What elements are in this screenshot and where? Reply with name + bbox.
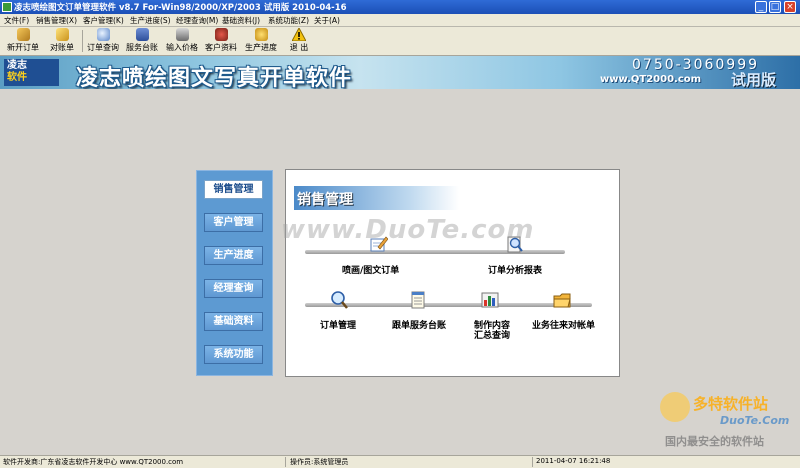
sidebar-item-sales[interactable]: 销售管理: [204, 180, 263, 199]
menu-customer[interactable]: 客户管理(K): [83, 15, 124, 26]
notepad-icon: [411, 291, 425, 309]
service-ledger-icon: [135, 28, 149, 41]
menu-production[interactable]: 生产进度(S): [130, 15, 171, 26]
status-divider: [532, 457, 533, 467]
menu-about[interactable]: 关于(A): [314, 15, 340, 26]
status-operator: 操作员:系统管理员: [290, 458, 349, 466]
window-title: 凌志喷绘图文订单管理软件 v8.7 For-Win98/2000/XP/2003…: [14, 3, 347, 13]
status-datetime: 2011-04-07 16:21:48: [536, 457, 611, 465]
customer-info-icon: [214, 28, 228, 41]
status-bar: 软件开发商:广东省凌志软件开发中心 www.QT2000.com 操作员:系统管…: [0, 455, 800, 468]
summary-query-label: 制作内容 汇总查询: [474, 321, 511, 341]
close-button[interactable]: ×: [784, 1, 796, 13]
exit-button[interactable]: 退 出: [284, 28, 314, 54]
order-query-icon: [96, 28, 110, 41]
service-ledger-button[interactable]: 服务台账: [125, 28, 159, 54]
statement-button[interactable]: 对账单: [48, 28, 76, 54]
duote-corner-watermark: 多特软件站 DuoTe.Com 国内最安全的软件站: [660, 388, 800, 450]
company-logo: 凌志 软件: [4, 59, 59, 86]
summary-chart-icon: [481, 292, 499, 308]
status-divider: [285, 457, 286, 467]
banner-title: 凌志喷绘图文写真开单软件: [76, 65, 353, 89]
order-report-label: 订单分析报表: [488, 266, 543, 276]
toolbar: 新开订单 对账单 订单查询 服务台账 输入价格 客户资料 生产进度 退 出: [0, 27, 800, 56]
new-order-icon: [16, 28, 30, 41]
business-statement-label: 业务往来对帐单: [532, 321, 596, 331]
production-button[interactable]: 生产进度: [244, 28, 278, 54]
magnifier-icon: [331, 291, 348, 309]
app-icon: [2, 2, 12, 12]
banner: 凌志 软件 凌志喷绘图文写真开单软件 0750-3060999 www.QT20…: [0, 56, 800, 89]
menu-system[interactable]: 系统功能(Z): [268, 15, 309, 26]
status-developer: 软件开发商:广东省凌志软件开发中心 www.QT2000.com: [3, 458, 184, 466]
module-sidebar: 销售管理 客户管理 生产进度 经理查询 基础资料 系统功能: [196, 170, 273, 376]
banner-edition: 试用版: [731, 71, 777, 89]
menu-bar: 文件(F) 销售管理(X) 客户管理(K) 生产进度(S) 经理查询(M) 基础…: [0, 14, 800, 27]
sales-panel: 销售管理 喷画/图文订单 订单分析报表 订单管理 跟单服务台账 制作内容 汇总查…: [285, 169, 620, 377]
exit-icon: [292, 28, 306, 41]
sidebar-item-basic-data[interactable]: 基础资料: [204, 312, 263, 331]
production-icon: [254, 28, 268, 41]
menu-sales[interactable]: 销售管理(X): [36, 15, 77, 26]
folder-icon: [553, 293, 571, 308]
menu-basic-data[interactable]: 基础资料(J): [222, 15, 260, 26]
menu-manager[interactable]: 经理查询(M): [176, 15, 218, 26]
price-input-icon: [175, 28, 189, 41]
statement-icon: [55, 28, 69, 41]
panel-heading: 销售管理: [294, 186, 459, 210]
sidebar-item-system[interactable]: 系统功能: [204, 345, 263, 364]
minimize-button[interactable]: _: [755, 1, 767, 13]
duote-watermark: www.DuoTe.com: [281, 215, 535, 245]
order-management-label: 订单管理: [320, 321, 357, 331]
order-query-button[interactable]: 订单查询: [86, 28, 120, 54]
menu-file[interactable]: 文件(F): [4, 15, 29, 26]
new-order-button[interactable]: 新开订单: [4, 28, 42, 54]
banner-website: www.QT2000.com: [600, 74, 702, 85]
service-ledger-label: 跟单服务台账: [392, 321, 447, 331]
sidebar-item-manager[interactable]: 经理查询: [204, 279, 263, 298]
toolbar-separator: [82, 30, 83, 52]
sidebar-item-customer[interactable]: 客户管理: [204, 213, 263, 232]
customer-info-button[interactable]: 客户资料: [204, 28, 238, 54]
duote-mascot-icon: [660, 392, 690, 422]
sidebar-item-production[interactable]: 生产进度: [204, 246, 263, 265]
title-bar: 凌志喷绘图文订单管理软件 v8.7 For-Win98/2000/XP/2003…: [0, 0, 800, 14]
maximize-button[interactable]: □: [769, 1, 781, 13]
flow-line-top: [305, 250, 565, 254]
order-entry-label: 喷画/图文订单: [342, 266, 400, 276]
price-input-button[interactable]: 输入价格: [165, 28, 199, 54]
